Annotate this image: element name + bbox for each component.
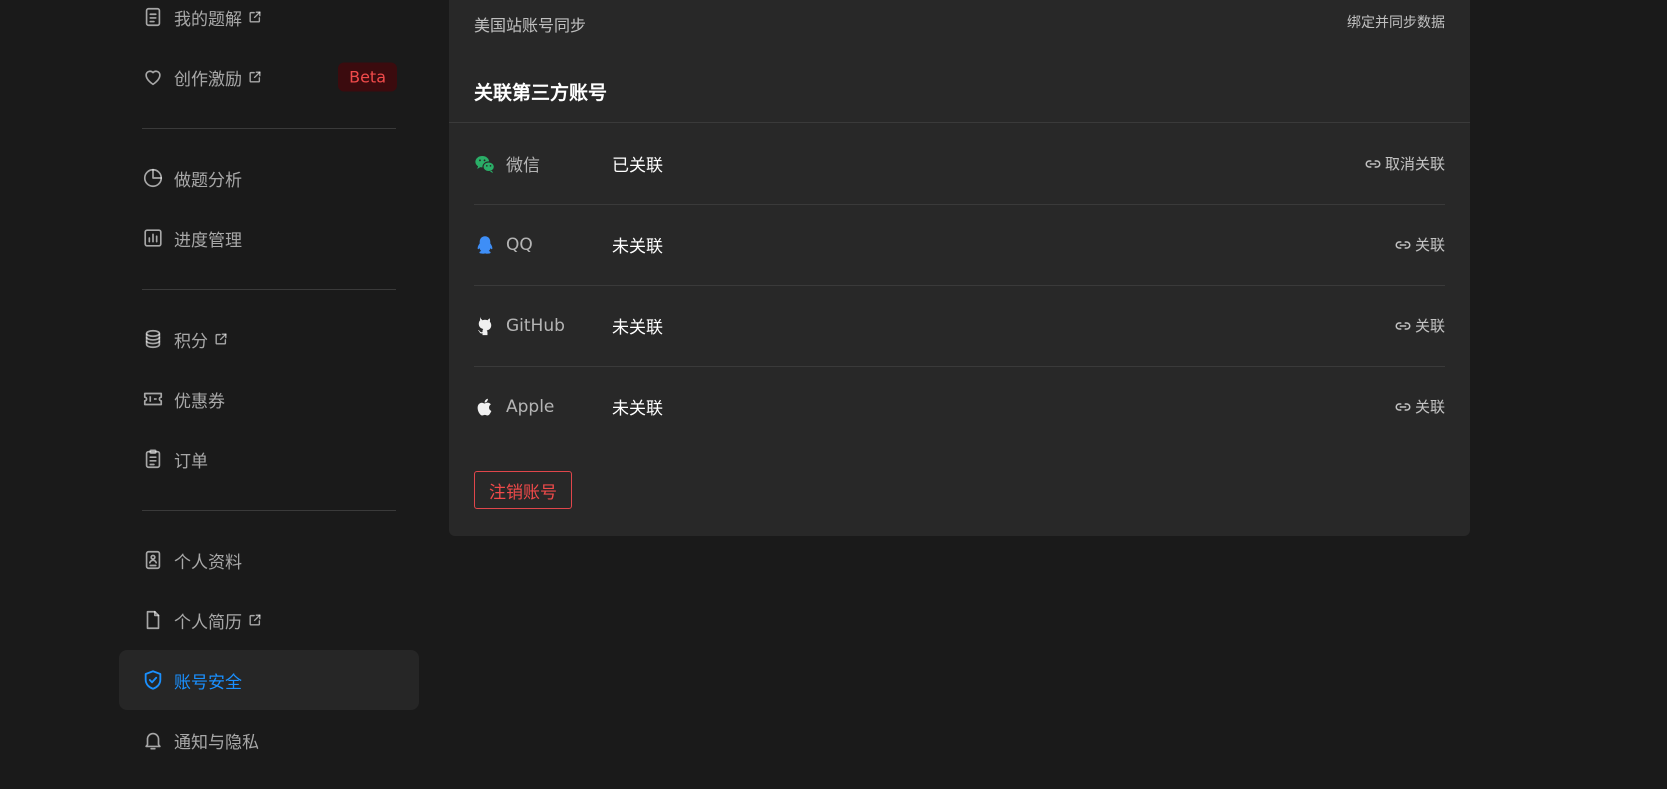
external-link-icon — [248, 613, 262, 627]
file-icon — [142, 609, 164, 631]
sidebar-item-label: 创作激励 — [174, 69, 242, 90]
third-party-section-title: 关联第三方账号 — [474, 82, 608, 104]
external-link-icon — [248, 70, 262, 84]
shield-check-icon — [142, 669, 164, 691]
sidebar-item-label: 我的题解 — [174, 9, 242, 30]
external-link-icon — [214, 332, 228, 346]
sidebar-item-notifications-privacy[interactable]: 通知与隐私 — [119, 710, 419, 770]
account-row-qq: QQ 未关联 关联 — [474, 204, 1445, 286]
account-row-wechat: 微信 已关联 取消关联 — [474, 123, 1445, 205]
sidebar-item-points[interactable]: 积分 — [119, 309, 419, 369]
sidebar-item-label: 通知与隐私 — [174, 732, 259, 753]
link-icon — [1364, 155, 1382, 173]
link-icon — [1394, 398, 1412, 416]
id-card-icon — [142, 549, 164, 571]
us-site-sync-label: 美国站账号同步 — [474, 16, 587, 35]
account-name: QQ — [506, 234, 533, 255]
sidebar-item-profile[interactable]: 个人资料 — [119, 530, 419, 590]
sidebar-divider — [142, 289, 396, 290]
account-row-apple: Apple 未关联 关联 — [474, 366, 1445, 447]
sidebar-item-creator-incentive[interactable]: 创作激励 Beta — [119, 47, 419, 107]
sidebar-item-problem-analysis[interactable]: 做题分析 — [119, 148, 419, 208]
sidebar-item-label: 个人简历 — [174, 612, 242, 633]
sidebar-divider — [142, 128, 396, 129]
link-qq-button[interactable]: 关联 — [1394, 234, 1445, 255]
sidebar-item-label: 优惠券 — [174, 391, 225, 412]
sidebar-item-account-security[interactable]: 账号安全 — [119, 650, 419, 710]
link-apple-button[interactable]: 关联 — [1394, 396, 1445, 417]
bind-sync-link[interactable]: 绑定并同步数据 — [1347, 12, 1445, 32]
account-name: GitHub — [506, 315, 565, 336]
unlink-wechat-button[interactable]: 取消关联 — [1364, 153, 1445, 174]
apple-icon — [474, 396, 496, 418]
link-github-button[interactable]: 关联 — [1394, 315, 1445, 336]
sidebar-item-progress[interactable]: 进度管理 — [119, 208, 419, 268]
sidebar-item-label: 订单 — [174, 451, 208, 472]
sidebar-item-my-solutions[interactable]: 我的题解 — [119, 0, 419, 47]
document-icon — [142, 6, 164, 28]
sidebar-item-label: 个人资料 — [174, 552, 242, 573]
ticket-icon — [142, 388, 164, 410]
account-name: 微信 — [506, 156, 540, 176]
clipboard-icon — [142, 448, 164, 470]
account-status: 已关联 — [612, 156, 663, 176]
beta-badge: Beta — [338, 62, 397, 92]
account-action-label: 关联 — [1414, 398, 1445, 416]
pie-chart-icon — [142, 167, 164, 189]
external-link-icon — [248, 10, 262, 24]
wechat-icon — [474, 153, 496, 175]
sidebar-item-label: 账号安全 — [174, 672, 242, 693]
account-name: Apple — [506, 396, 555, 417]
account-status: 未关联 — [612, 399, 663, 419]
heart-icon — [142, 66, 164, 88]
account-action-label: 取消关联 — [1384, 155, 1445, 173]
link-icon — [1394, 236, 1412, 254]
sidebar-item-label: 积分 — [174, 331, 208, 352]
account-action-label: 关联 — [1414, 236, 1445, 254]
account-action-label: 关联 — [1414, 317, 1445, 335]
account-status: 未关联 — [612, 318, 663, 338]
sidebar-divider — [142, 510, 396, 511]
bar-chart-icon — [142, 227, 164, 249]
sidebar-item-coupons[interactable]: 优惠券 — [119, 369, 419, 429]
sidebar: 我的题解 创作激励 Beta 做题分析 进度管理 积分 优惠券 订单 个人资料 … — [119, 0, 419, 789]
coins-icon — [142, 328, 164, 350]
sidebar-item-orders[interactable]: 订单 — [119, 429, 419, 489]
us-site-sync-row: 美国站账号同步 绑定并同步数据 — [474, 0, 1445, 46]
sidebar-item-resume[interactable]: 个人简历 — [119, 590, 419, 650]
account-status: 未关联 — [612, 237, 663, 257]
bell-icon — [142, 729, 164, 751]
link-icon — [1394, 317, 1412, 335]
qq-icon — [474, 234, 496, 256]
sidebar-item-label: 进度管理 — [174, 230, 242, 251]
account-security-panel: 美国站账号同步 绑定并同步数据 关联第三方账号 微信 已关联 取消关联 QQ 未… — [449, 0, 1470, 536]
app-root: 我的题解 创作激励 Beta 做题分析 进度管理 积分 优惠券 订单 个人资料 … — [0, 0, 1667, 789]
account-row-github: GitHub 未关联 关联 — [474, 285, 1445, 367]
sidebar-item-label: 做题分析 — [174, 170, 242, 191]
github-icon — [474, 315, 496, 337]
delete-account-button[interactable]: 注销账号 — [474, 471, 572, 509]
